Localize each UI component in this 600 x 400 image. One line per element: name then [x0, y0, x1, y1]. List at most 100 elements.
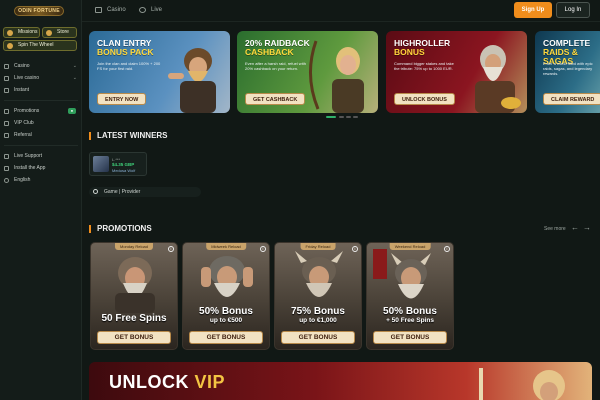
get-bonus-button[interactable]: GET BONUS [97, 331, 171, 344]
banner-title: CLAN ENTRY BONUS PACK [97, 38, 154, 57]
sidebar-item-vip-club[interactable]: VIP Club [0, 117, 82, 129]
vip-title-b: VIP [194, 372, 226, 392]
game-search [89, 187, 201, 197]
banner-title: HIGHROLLER BONUS [394, 38, 451, 57]
promo-card-monday[interactable]: Monday Reload i 50 Free Spins GET BONUS [90, 242, 178, 350]
promo-card-friday[interactable]: Friday Reload i 75% Bonus up to €1,000 G… [274, 242, 362, 350]
support-icon [4, 154, 9, 159]
sidebar-item-label: Live Support [14, 153, 43, 159]
sidebar-item-label: Install the App [14, 165, 46, 171]
tab-label: Casino [107, 7, 126, 13]
sidebar-item-casino[interactable]: Casino ⌄ [0, 60, 82, 72]
promo-offer: 50 Free Spins [101, 313, 167, 324]
sidebar-item-language[interactable]: English [0, 174, 82, 186]
promotions-title: PROMOTIONS [89, 225, 152, 233]
carousel-dots [326, 116, 362, 119]
crown-icon [4, 121, 9, 126]
sidebar-item-label: Referral [14, 132, 32, 138]
sidebar-item-instant[interactable]: Instant [0, 84, 82, 96]
promo-offer: 50% Bonus [199, 306, 253, 317]
get-bonus-button[interactable]: GET BONUS [189, 331, 263, 344]
carousel-dot[interactable] [339, 116, 344, 118]
promo-offer-detail: up to €1,000 [299, 317, 337, 324]
tab-label: Live [151, 7, 163, 13]
missions-button[interactable]: Missions [3, 27, 40, 38]
store-label: Store [57, 29, 69, 35]
login-button[interactable]: Log In [556, 2, 590, 18]
promo-offer: 50% Bonus [383, 306, 437, 317]
info-icon[interactable]: i [260, 246, 266, 252]
signup-button[interactable]: Sign Up [514, 2, 552, 18]
prev-arrow-icon[interactable]: ← [571, 223, 579, 232]
banner-button[interactable]: GET CASHBACK [245, 93, 306, 105]
promo-offer-detail: + 50 Free Spins [386, 317, 434, 324]
see-more-link[interactable]: See more [544, 226, 566, 232]
store-button[interactable]: Store [42, 27, 77, 38]
next-arrow-icon[interactable]: → [583, 223, 591, 232]
sidebar-nav-top: Casino ⌄ Live casino ⌄ Instant Promotion… [0, 60, 82, 186]
tab-live[interactable]: Live [139, 5, 162, 15]
banner-text: Even after a harsh raid, refuel with 20%… [245, 61, 306, 71]
winner-game: Medusa Wolf [112, 168, 136, 173]
carousel-dot[interactable] [346, 116, 351, 118]
live-icon [139, 7, 146, 13]
chevron-down-icon: ⌄ [72, 75, 77, 81]
promotions-badge: ● [68, 108, 76, 114]
promo-offer-detail: up to €500 [209, 317, 243, 324]
info-icon[interactable]: i [352, 246, 358, 252]
promo-tag: Weekend Reload [389, 243, 431, 250]
banner-text: Command bigger stakes and take the tribu… [394, 61, 454, 71]
spin-wheel-label: Spin The Wheel [18, 42, 54, 48]
vip-title-a: UNLOCK [109, 372, 189, 392]
tab-casino[interactable]: Casino [95, 5, 126, 15]
banner-highroller[interactable]: HIGHROLLER BONUS Command bigger stakes an… [386, 31, 527, 113]
sidebar-item-label: Instant [14, 87, 30, 93]
archer-hero-image [308, 40, 364, 113]
winner-card[interactable]: L.*** $4.35 GBP Medusa Wolf [89, 152, 147, 176]
banner-raids-sagas[interactable]: COMPLETE RAIDS & SAGAS Enter a world fill… [535, 31, 600, 113]
banner-title: 20% RAIDBACK CASHBACK [245, 38, 310, 57]
search-input[interactable] [104, 188, 196, 196]
divider [4, 145, 78, 146]
store-icon [46, 30, 52, 36]
promo-card-midweek[interactable]: Midweek Reload i 50% Bonus up to €500 GE… [182, 242, 270, 350]
sidebar: ODIN FORTUNE Missions Store Spin The Whe… [0, 0, 82, 400]
live-casino-icon [4, 76, 9, 81]
banner-raidback[interactable]: 20% RAIDBACK CASHBACK Even after a harsh … [237, 31, 378, 113]
sidebar-item-live-casino[interactable]: Live casino ⌄ [0, 72, 82, 84]
banner-text: Enter a world filled with epic raids, sa… [543, 61, 593, 76]
instant-icon [4, 88, 9, 93]
viking-hero-image [168, 48, 216, 113]
sidebar-item-live-support[interactable]: Live Support [0, 150, 82, 162]
vip-title: UNLOCK VIP [109, 372, 225, 393]
info-icon[interactable]: i [168, 246, 174, 252]
promo-tag: Midweek Reload [206, 243, 246, 250]
sidebar-item-label: Promotions [14, 108, 40, 114]
info-icon[interactable]: i [444, 246, 450, 252]
promo-card-weekend[interactable]: Weekend Reload i 50% Bonus + 50 Free Spi… [366, 242, 454, 350]
banner-text: Join the clan and claim 100% + 200 FS fo… [97, 61, 161, 71]
get-bonus-button[interactable]: GET BONUS [373, 331, 447, 344]
carousel-dot[interactable] [353, 116, 358, 118]
casino-icon [4, 64, 9, 69]
sidebar-item-promotions[interactable]: Promotions ● [0, 105, 82, 117]
divider [4, 100, 78, 101]
sidebar-item-referral[interactable]: Referral [0, 129, 82, 141]
promo-tag: Friday Reload [300, 243, 336, 250]
logo[interactable]: ODIN FORTUNE [14, 6, 64, 16]
missions-label: Missions [18, 29, 38, 35]
download-icon [4, 166, 9, 171]
banner-clan-entry[interactable]: CLAN ENTRY BONUS PACK Join the clan and c… [89, 31, 230, 113]
banner-button[interactable]: UNLOCK BONUS [394, 93, 455, 105]
spin-wheel-button[interactable]: Spin The Wheel [3, 40, 77, 51]
carousel-dot[interactable] [326, 116, 336, 118]
sidebar-item-install-app[interactable]: Install the App [0, 162, 82, 174]
get-bonus-button[interactable]: GET BONUS [281, 331, 355, 344]
wheel-icon [7, 43, 13, 49]
promo-offer: 75% Bonus [291, 306, 345, 317]
banner-button[interactable]: CLAIM REWARD [543, 93, 600, 105]
vip-banner[interactable]: UNLOCK VIP [89, 362, 592, 400]
sidebar-item-label: English [14, 177, 31, 183]
missions-icon [7, 30, 13, 36]
banner-button[interactable]: ENTRY NOW [97, 93, 147, 105]
